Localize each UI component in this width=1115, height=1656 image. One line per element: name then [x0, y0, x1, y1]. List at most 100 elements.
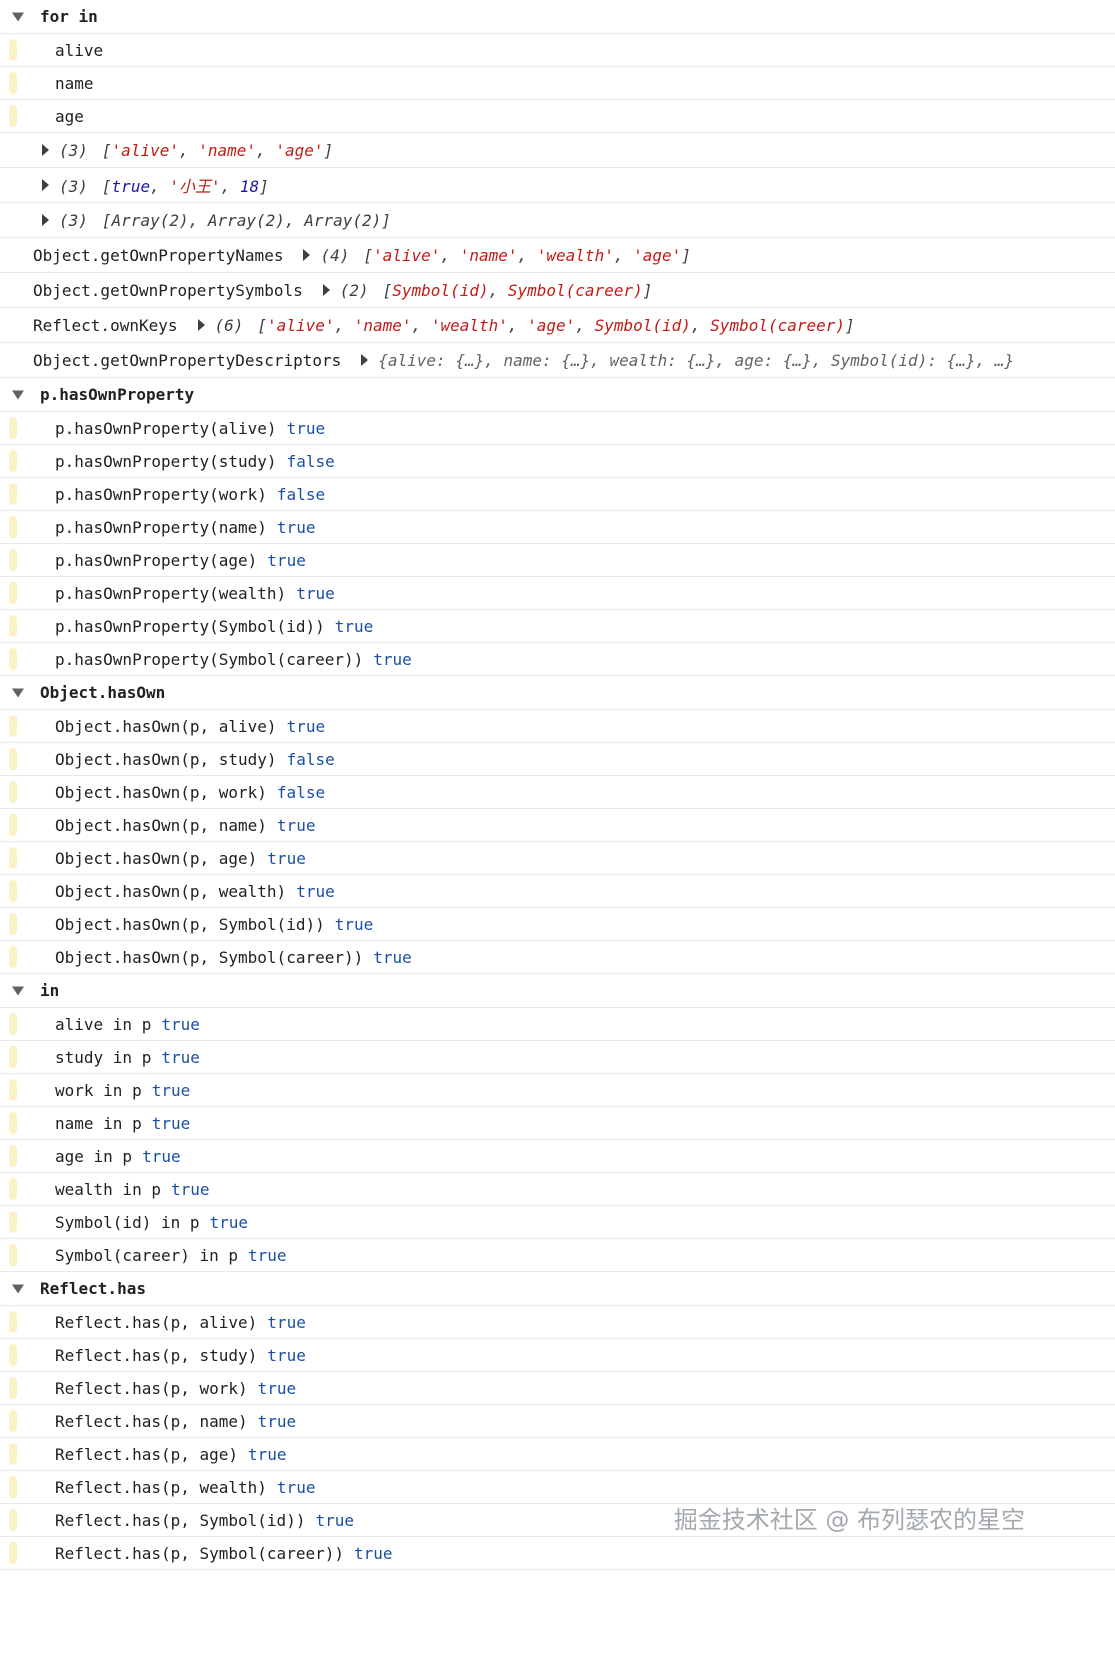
expression-text: p.hasOwnProperty(name) — [55, 517, 267, 537]
boolean-value: false — [276, 484, 326, 504]
console-message: Object.hasOwn(p, name) true — [0, 809, 1115, 842]
expression-text: age in p — [55, 1146, 133, 1166]
boolean-value: true — [286, 418, 326, 438]
boolean-value: true — [276, 815, 316, 835]
console-group-header[interactable]: Reflect.has — [0, 1272, 1115, 1306]
bracket: [ — [101, 210, 112, 230]
console-message: Object.hasOwn(p, alive) true — [0, 710, 1115, 743]
preview-token: {alive: {…}, name: {…}, wealth: {…}, age… — [378, 350, 1015, 370]
console-message: Object.hasOwn(p, Symbol(id)) true — [0, 908, 1115, 941]
expression-text: Object.hasOwn(p, study) — [55, 749, 277, 769]
console-output: for in alive name age (3) ['alive', 'name', '… — [0, 0, 1115, 1570]
array-preview[interactable]: {alive: {…}, name: {…}, wealth: {…}, age… — [378, 351, 1014, 370]
preview-token: , — [334, 315, 354, 335]
expression-text: p.hasOwnProperty(Symbol(career)) — [55, 649, 364, 669]
log-label: Object.getOwnPropertyDescriptors — [33, 350, 342, 370]
preview-token: , — [613, 245, 634, 265]
expression-text: Reflect.has(p, Symbol(career)) — [55, 1543, 344, 1563]
boolean-value: true — [161, 1047, 200, 1067]
console-message: p.hasOwnProperty(Symbol(career)) true — [0, 643, 1115, 676]
watermark: 掘金技术社区 @ 布列瑟农的星空 — [673, 1506, 1025, 1534]
preview-token: , — [440, 245, 460, 265]
preview-token: 'age' — [275, 140, 324, 160]
preview-token: 'age' — [633, 245, 682, 265]
message-text: name — [55, 73, 94, 93]
collapse-caret-icon[interactable] — [12, 986, 24, 995]
preview-token: , — [150, 177, 170, 196]
console-message: alive in p true — [0, 1008, 1115, 1041]
array-length: (3) — [59, 177, 88, 196]
expression-text: work in p — [55, 1080, 142, 1100]
boolean-value: true — [161, 1014, 200, 1034]
group-title: in — [40, 981, 60, 1000]
preview-token: 'wealth' — [536, 245, 614, 265]
expand-triangle-icon[interactable] — [42, 179, 49, 191]
boolean-value: true — [267, 550, 306, 570]
expression-text: p.hasOwnProperty(wealth) — [55, 583, 287, 603]
expand-triangle-icon[interactable] — [197, 319, 205, 331]
collapse-caret-icon[interactable] — [12, 390, 24, 399]
console-group-header[interactable]: Object.hasOwn — [0, 676, 1115, 710]
expand-triangle-icon[interactable] — [42, 144, 49, 156]
preview-token: Symbol(id) — [392, 280, 489, 300]
boolean-value: true — [373, 649, 412, 669]
collapse-caret-icon[interactable] — [12, 12, 24, 21]
console-message: Object.hasOwn(p, Symbol(career)) true — [0, 941, 1115, 974]
preview-token: , — [488, 280, 508, 300]
array-preview[interactable]: (4) ['alive', 'name', 'wealth', 'age'] — [320, 246, 690, 265]
preview-token: 'wealth' — [430, 315, 508, 335]
preview-token: , — [575, 315, 595, 335]
preview-token: , — [220, 177, 240, 196]
array-preview[interactable]: (6) ['alive', 'name', 'wealth', 'age', Sy… — [215, 316, 855, 335]
console-message: p.hasOwnProperty(name) true — [0, 511, 1115, 544]
array-length: (3) — [59, 140, 88, 160]
expression-text: Object.hasOwn(p, wealth) — [55, 881, 287, 901]
bracket: ] — [381, 210, 391, 230]
bracket: ] — [681, 245, 691, 265]
collapse-caret-icon[interactable] — [12, 1284, 24, 1293]
console-group-header[interactable]: in — [0, 974, 1115, 1008]
array-preview[interactable]: (2) [Symbol(id), Symbol(career)] — [340, 281, 653, 300]
boolean-value: false — [286, 451, 335, 471]
console-log-row: Object.getOwnPropertyDescriptors {alive: … — [0, 343, 1115, 378]
collapse-caret-icon[interactable] — [12, 688, 24, 697]
preview-token: 'name' — [459, 245, 518, 265]
group-title: for in — [40, 7, 98, 26]
array-contents: ['alive', 'name', 'wealth', 'age'] — [363, 246, 691, 265]
boolean-value: true — [267, 1345, 306, 1365]
console-message: Reflect.has(p, Symbol(career)) true — [0, 1537, 1115, 1570]
console-message: work in p true — [0, 1074, 1115, 1107]
console-message: p.hasOwnProperty(wealth) true — [0, 577, 1115, 610]
array-length: (4) — [320, 245, 350, 265]
console-message: Reflect.has(p, name) true — [0, 1405, 1115, 1438]
console-group-header[interactable]: p.hasOwnProperty — [0, 378, 1115, 412]
console-group-header[interactable]: for in — [0, 0, 1115, 34]
array-preview[interactable]: (3) [Array(2), Array(2), Array(2)] — [59, 211, 391, 230]
console-message: Reflect.has(p, study) true — [0, 1339, 1115, 1372]
console-message: p.hasOwnProperty(work) false — [0, 478, 1115, 511]
console-message: name — [0, 67, 1115, 100]
preview-token: Symbol(career) — [507, 280, 643, 300]
expand-triangle-icon[interactable] — [303, 249, 311, 261]
console-log-row: Object.getOwnPropertyNames (4) ['alive', '… — [0, 238, 1115, 273]
array-preview[interactable]: (3) [true, '小王', 18] — [59, 173, 269, 197]
preview-token: true — [111, 177, 151, 196]
preview-token: 'alive' — [267, 315, 335, 335]
boolean-value: true — [248, 1245, 287, 1265]
console-message: alive — [0, 34, 1115, 67]
expression-text: p.hasOwnProperty(Symbol(id)) — [55, 616, 325, 636]
boolean-value: true — [296, 583, 335, 603]
expression-text: Object.hasOwn(p, age) — [55, 848, 258, 868]
expand-triangle-icon[interactable] — [322, 284, 330, 296]
array-preview[interactable]: (3) ['alive', 'name', 'age'] — [59, 141, 333, 160]
boolean-value: false — [286, 749, 335, 769]
expand-triangle-icon[interactable] — [361, 354, 369, 366]
console-message: age — [0, 100, 1115, 133]
expression-text: alive in p — [55, 1014, 152, 1034]
expression-text: p.hasOwnProperty(age) — [55, 550, 258, 570]
expand-triangle-icon[interactable] — [42, 214, 49, 226]
preview-token: 'alive' — [111, 140, 179, 160]
expression-text: Object.hasOwn(p, Symbol(career)) — [55, 947, 364, 967]
preview-token: , — [690, 315, 711, 335]
bracket: ] — [845, 315, 855, 335]
